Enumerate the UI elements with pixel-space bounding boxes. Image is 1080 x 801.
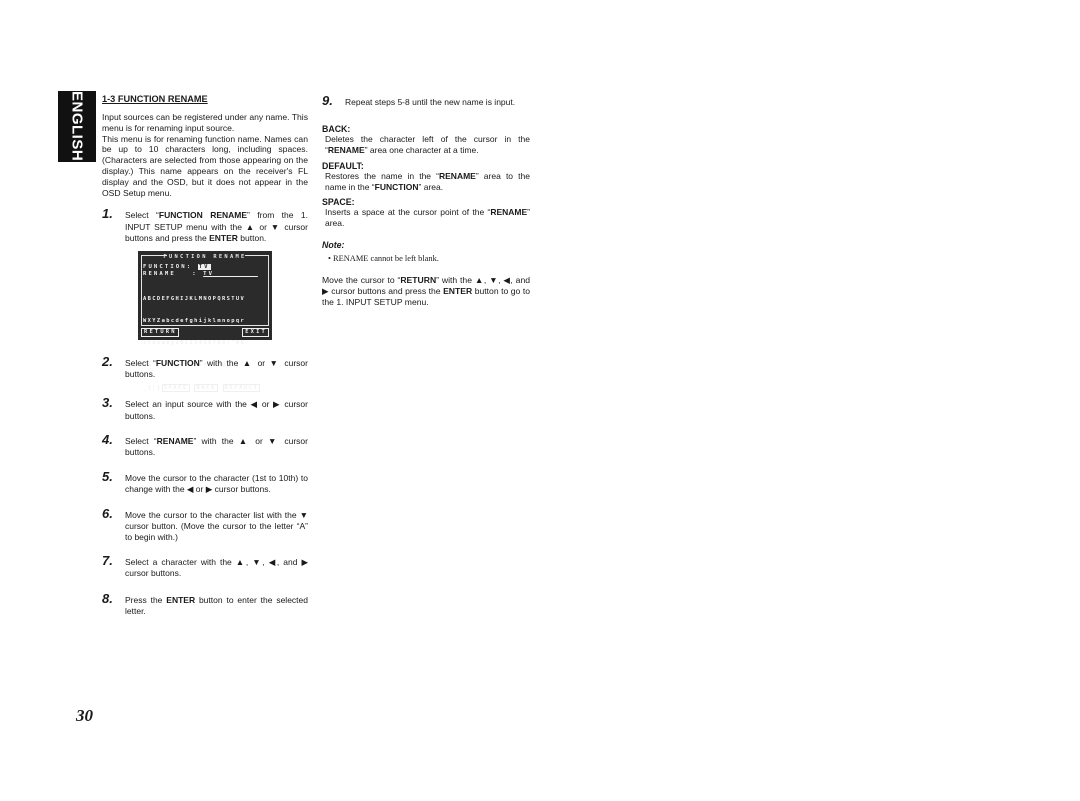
step-text: Press the <box>125 594 167 605</box>
definition-term: BACK: <box>322 124 351 135</box>
step-number: 9. <box>322 93 333 108</box>
osd-char-row[interactable]: WXYZabcdefghijklmnopqr <box>143 318 260 325</box>
def-text: ” area one character at a time. <box>364 145 479 155</box>
osd-rename-row: RENAME : TV________ <box>143 271 258 277</box>
note-item: • RENAME cannot be left blank. <box>328 253 439 263</box>
osd-default-button[interactable]: DEFAULT <box>222 383 261 392</box>
definition-text: Restores the name in the “RENAME” area t… <box>325 171 530 193</box>
step-2: 2. Select “FUNCTION” with the ▲ or ▼ cur… <box>102 353 308 380</box>
step-text: Move the cursor to the character (1st to… <box>125 473 308 495</box>
step-number: 6. <box>102 505 113 521</box>
step-number: 7. <box>102 553 113 569</box>
definition-term: SPACE: <box>322 197 355 208</box>
def-text: Inserts a space at the cursor point of t… <box>325 207 491 218</box>
return-instruction: Move the cursor to “RETURN” with the ▲, … <box>322 275 530 307</box>
intro-paragraph-1: Input sources can be registered under an… <box>102 112 308 133</box>
step-number: 4. <box>102 431 113 447</box>
step-number: 5. <box>102 469 113 485</box>
step-1: 1. Select “FUNCTION RENAME” from the 1. … <box>102 206 308 244</box>
ret-bold: ENTER <box>443 285 473 296</box>
step-number: 3. <box>102 395 113 411</box>
definition-default: DEFAULT: Restores the name in the “RENAM… <box>322 161 530 193</box>
osd-function-row: FUNCTION: TV <box>143 263 211 270</box>
def-text: Restores the name in the “ <box>325 170 439 181</box>
step-text: button. <box>237 232 267 243</box>
step-text: Select “ <box>125 210 159 221</box>
def-bold: RENAME <box>439 170 476 181</box>
step-7: 7. Select a character with the ▲, ▼, ◀, … <box>102 553 308 579</box>
step-text: Select a character with the ▲, ▼, ◀, and… <box>125 557 308 579</box>
step-6: 6. Move the cursor to the character list… <box>102 505 308 544</box>
osd-char-row[interactable]: ABCDEFGHIJKLMNOPQRSTUV <box>143 296 260 303</box>
step-text: Select an input source with the ◀ or ▶ c… <box>125 399 308 421</box>
definition-term: DEFAULT: <box>322 160 364 171</box>
language-tab: ENGLISH <box>58 91 96 162</box>
step-number: 8. <box>102 590 113 606</box>
step-text: Move the cursor to the character list wi… <box>125 509 308 543</box>
note: Note: • RENAME cannot be left blank. <box>322 240 530 263</box>
intro-paragraph-2: This menu is for renaming function name.… <box>102 133 308 198</box>
osd-bottom-bar: RETURN EXIT <box>141 327 269 337</box>
definition-back: BACK: Deletes the character left of the … <box>322 124 530 156</box>
osd-title: FUNCTION RENAME <box>163 253 247 260</box>
step-number: 2. <box>102 353 113 369</box>
step-bold: ENTER <box>209 232 238 243</box>
def-bold: RENAME <box>327 145 365 155</box>
definition-text: Deletes the character left of the cursor… <box>325 134 530 156</box>
note-title: Note: <box>322 239 345 250</box>
step-9: 9. Repeat steps 5-8 until the new name i… <box>322 93 530 108</box>
step-3: 3. Select an input source with the ◀ or … <box>102 395 308 421</box>
osd-function-value[interactable]: TV <box>197 263 211 270</box>
step-bold: RENAME <box>156 435 194 446</box>
step-bold: FUNCTION RENAME <box>158 210 248 221</box>
language-tab-label: ENGLISH <box>68 91 86 162</box>
step-8: 8. Press the ENTER button to enter the s… <box>102 590 308 617</box>
right-column: 9. Repeat steps 5-8 until the new name i… <box>322 93 530 307</box>
osd-screen: FUNCTION RENAME FUNCTION: TV RENAME : TV… <box>138 250 272 392</box>
step-text: Repeat steps 5-8 until the new name is i… <box>345 97 516 107</box>
section-title: 1-3 FUNCTION RENAME <box>102 94 208 104</box>
ret-bold: RETURN <box>400 274 437 285</box>
osd-rename-label: RENAME : <box>143 270 198 277</box>
def-bold: RENAME <box>490 207 528 218</box>
def-bold: FUNCTION <box>374 181 419 192</box>
definition-text: Inserts a space at the cursor point of t… <box>325 207 530 229</box>
osd-rename-value[interactable]: TV________ <box>203 271 258 277</box>
def-text: ” area. <box>418 181 444 192</box>
definition-space: SPACE: Inserts a space at the cursor poi… <box>322 197 530 229</box>
osd-back-button[interactable]: BACK <box>194 383 218 392</box>
osd-function-label: FUNCTION: <box>143 263 193 270</box>
step-5: 5. Move the cursor to the character (1st… <box>102 469 308 495</box>
osd-return-button[interactable]: RETURN <box>141 327 179 337</box>
osd-char-row[interactable]: stuvwxyz0123456789!"#$ <box>143 340 260 347</box>
osd-character-grid[interactable]: ABCDEFGHIJKLMNOPQRSTUV WXYZabcdefghijklm… <box>143 281 261 407</box>
step-4: 4. Select “RENAME” with the ▲ or ▼ curso… <box>102 431 308 458</box>
ret-text: Move the cursor to “ <box>322 274 401 285</box>
osd-space-button[interactable]: SPACE <box>161 383 190 392</box>
step-bold: ENTER <box>166 594 196 605</box>
step-number: 1. <box>102 206 113 222</box>
osd-char-row[interactable]: _{|} <box>143 385 162 391</box>
osd-char-row-last: _{|} SPACE BACK DEFAULT <box>143 383 261 392</box>
step-text: Select “ <box>125 435 157 446</box>
step-bold: FUNCTION <box>155 357 200 368</box>
osd-exit-button[interactable]: EXIT <box>242 327 269 337</box>
step-text: Select “ <box>125 357 156 368</box>
left-column: 1-3 FUNCTION RENAME Input sources can be… <box>102 94 308 617</box>
page-number: 30 <box>76 706 93 725</box>
